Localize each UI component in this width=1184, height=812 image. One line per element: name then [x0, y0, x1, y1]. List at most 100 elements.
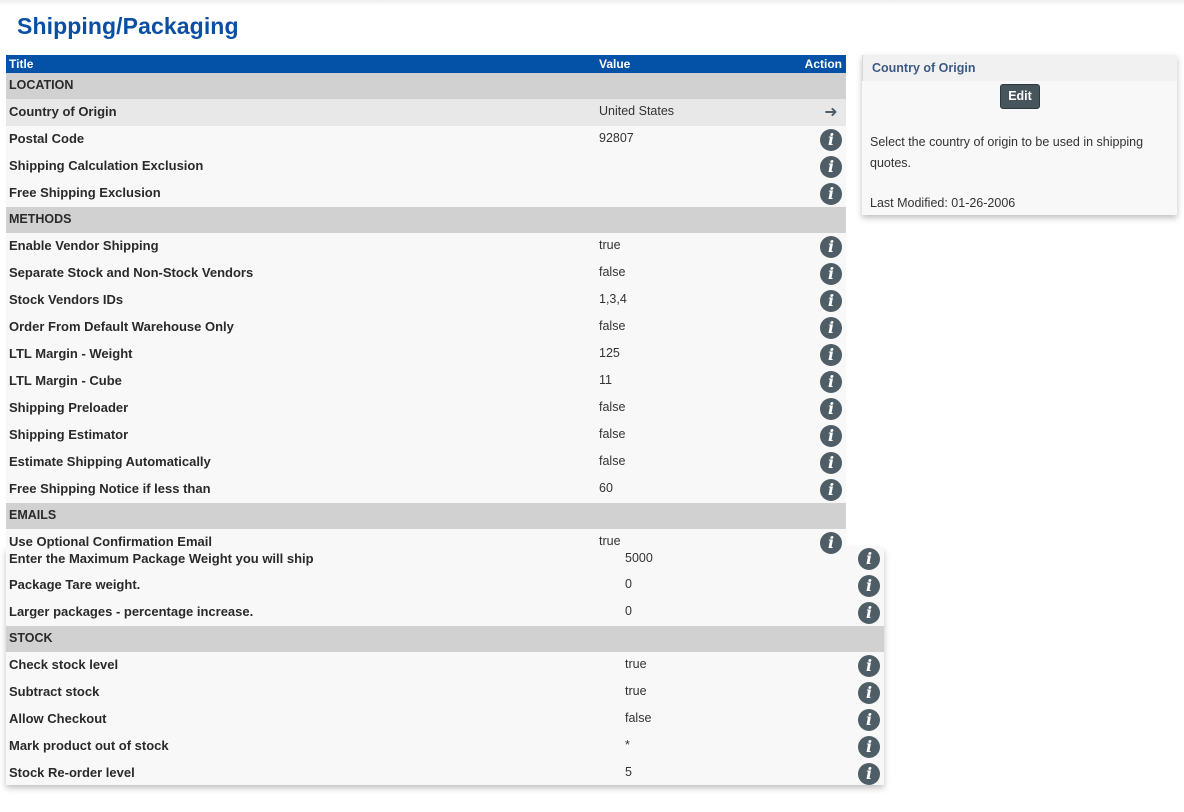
- table-header: Title Value Action: [6, 55, 846, 73]
- setting-value: 125: [599, 346, 620, 360]
- table-row[interactable]: Postal Code 92807 i: [6, 126, 846, 153]
- setting-value: 11: [599, 373, 612, 387]
- table-row[interactable]: Stock Re-order level 5 i: [6, 760, 884, 787]
- table-row[interactable]: Shipping Calculation Exclusion i: [6, 153, 846, 180]
- setting-value: 0: [625, 604, 632, 618]
- table-row[interactable]: Free Shipping Notice if less than 60 i: [6, 476, 846, 503]
- top-bar: [0, 0, 1184, 6]
- info-icon[interactable]: i: [858, 602, 880, 624]
- setting-title: Mark product out of stock: [9, 738, 169, 753]
- detail-card-description: Select the country of origin to be used …: [870, 135, 1144, 170]
- setting-title: Shipping Calculation Exclusion: [9, 158, 204, 173]
- table-row[interactable]: Allow Checkout false i: [6, 706, 884, 733]
- setting-value: 0: [625, 577, 632, 591]
- table-row[interactable]: Shipping Preloader false i: [6, 395, 846, 422]
- setting-title: Country of Origin: [9, 104, 117, 119]
- setting-title: Use Optional Confirmation Email: [9, 534, 212, 549]
- detail-card-header: Country of Origin: [862, 55, 1177, 81]
- setting-title: Free Shipping Notice if less than: [9, 481, 211, 496]
- setting-value: false: [599, 454, 626, 468]
- info-icon[interactable]: i: [820, 263, 842, 285]
- table-row[interactable]: Larger packages - percentage increase. 0 i: [6, 599, 884, 626]
- table-row[interactable]: Order From Default Warehouse Only false i: [6, 314, 846, 341]
- table-row[interactable]: Shipping Estimator false i: [6, 422, 846, 449]
- info-icon[interactable]: i: [820, 317, 842, 339]
- info-icon[interactable]: i: [820, 479, 842, 501]
- info-icon[interactable]: i: [858, 682, 880, 704]
- setting-value: United States: [599, 104, 675, 118]
- info-icon[interactable]: i: [820, 129, 842, 151]
- section-header-location: LOCATION: [6, 73, 846, 99]
- setting-title: LTL Margin - Cube: [9, 373, 122, 388]
- setting-value: false: [599, 427, 626, 441]
- column-header-title: Title: [9, 57, 34, 71]
- table-row[interactable]: LTL Margin - Weight 125 i: [6, 341, 846, 368]
- setting-value: true: [625, 684, 647, 698]
- table-row[interactable]: Enter the Maximum Package Weight you wil…: [6, 548, 884, 572]
- settings-table-continued: Enter the Maximum Package Weight you wil…: [6, 548, 884, 785]
- info-icon[interactable]: i: [820, 236, 842, 258]
- edit-button[interactable]: Edit: [1000, 84, 1040, 109]
- table-row[interactable]: LTL Margin - Cube 11 i: [6, 368, 846, 395]
- section-header-emails: EMAILS: [6, 503, 846, 529]
- table-row[interactable]: Package Tare weight. 0 i: [6, 572, 884, 599]
- setting-value: true: [599, 534, 621, 548]
- setting-value: *: [625, 738, 630, 752]
- info-icon[interactable]: i: [858, 655, 880, 677]
- setting-title: Enable Vendor Shipping: [9, 238, 159, 253]
- table-row[interactable]: Mark product out of stock * i: [6, 733, 884, 760]
- info-icon[interactable]: i: [858, 763, 880, 785]
- setting-title: Stock Vendors IDs: [9, 292, 124, 307]
- info-icon[interactable]: i: [820, 183, 842, 205]
- setting-title: LTL Margin - Weight: [9, 346, 133, 361]
- page-title: Shipping/Packaging: [17, 13, 239, 39]
- setting-value: 1,3,4: [599, 292, 627, 306]
- info-icon[interactable]: i: [820, 425, 842, 447]
- setting-title: Check stock level: [9, 657, 119, 672]
- column-header-value: Value: [599, 57, 631, 71]
- setting-title: Package Tare weight.: [9, 577, 141, 592]
- setting-title: Stock Re-order level: [9, 765, 135, 780]
- setting-title: Allow Checkout: [9, 711, 107, 726]
- section-header-methods: METHODS: [6, 207, 846, 233]
- setting-value: false: [599, 265, 626, 279]
- info-icon[interactable]: i: [858, 575, 880, 597]
- info-icon[interactable]: i: [858, 736, 880, 758]
- table-row[interactable]: Enable Vendor Shipping true i: [6, 233, 846, 260]
- table-row[interactable]: Estimate Shipping Automatically false i: [6, 449, 846, 476]
- info-icon[interactable]: i: [820, 371, 842, 393]
- last-modified: Last Modified: 01-26-2006: [870, 196, 1016, 210]
- info-icon[interactable]: i: [858, 709, 880, 731]
- section-header-stock: STOCK: [6, 626, 884, 652]
- info-icon[interactable]: i: [820, 290, 842, 312]
- info-icon[interactable]: i: [820, 344, 842, 366]
- table-row[interactable]: Use Optional Confirmation Email true i: [6, 529, 846, 554]
- table-row[interactable]: Check stock level true i: [6, 652, 884, 679]
- setting-title: Separate Stock and Non-Stock Vendors: [9, 265, 254, 280]
- table-row[interactable]: Stock Vendors IDs 1,3,4 i: [6, 287, 846, 314]
- setting-title: Estimate Shipping Automatically: [9, 454, 211, 469]
- setting-title: Free Shipping Exclusion: [9, 185, 161, 200]
- column-header-action: Action: [804, 57, 842, 71]
- info-icon[interactable]: i: [820, 532, 842, 554]
- arrow-right-icon[interactable]: ➜: [820, 102, 842, 124]
- setting-value: true: [625, 657, 647, 671]
- settings-table: Title Value Action LOCATION Country of O…: [6, 55, 846, 554]
- info-icon[interactable]: i: [820, 452, 842, 474]
- info-icon[interactable]: i: [820, 398, 842, 420]
- table-row[interactable]: Free Shipping Exclusion i: [6, 180, 846, 207]
- setting-title: Subtract stock: [9, 684, 100, 699]
- table-row[interactable]: Subtract stock true i: [6, 679, 884, 706]
- table-row[interactable]: Separate Stock and Non-Stock Vendors fals…: [6, 260, 846, 287]
- info-icon[interactable]: i: [820, 156, 842, 178]
- setting-value: true: [599, 238, 621, 252]
- setting-value: 60: [599, 481, 613, 495]
- setting-title: Order From Default Warehouse Only: [9, 319, 234, 334]
- setting-value: 5: [625, 765, 632, 779]
- info-icon[interactable]: i: [858, 548, 880, 570]
- table-row[interactable]: Country of Origin United States ➜: [6, 99, 846, 126]
- setting-value: false: [599, 319, 626, 333]
- setting-title: Shipping Estimator: [9, 427, 129, 442]
- setting-value: false: [599, 400, 626, 414]
- setting-value: 92807: [599, 131, 634, 145]
